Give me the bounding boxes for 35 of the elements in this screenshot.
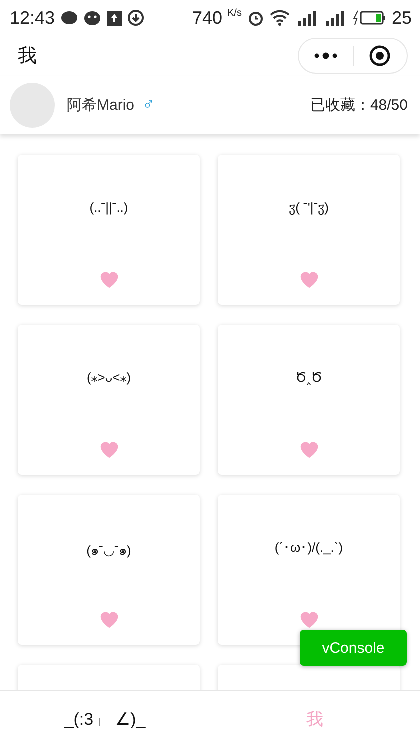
collected-count: 已收藏：48/50 bbox=[310, 96, 408, 114]
battery-icon bbox=[352, 10, 386, 26]
heart-icon[interactable] bbox=[298, 270, 320, 289]
status-time: 12:43 bbox=[10, 8, 56, 28]
kaomoji-card[interactable]: Ծ‸Ծ bbox=[218, 325, 400, 475]
kaomoji-card[interactable]: (..ˉ||ˉ..) bbox=[18, 155, 200, 305]
heart-icon[interactable] bbox=[98, 270, 120, 289]
more-dots-icon bbox=[312, 52, 339, 60]
kaomoji-card[interactable]: (⁎˃ᴗ˂⁎) bbox=[18, 325, 200, 475]
chat-face-icon bbox=[84, 10, 102, 26]
user-name: 阿希Mario bbox=[67, 96, 135, 114]
network-speed: 740 K/s bbox=[192, 8, 242, 28]
heart-icon[interactable] bbox=[298, 440, 320, 459]
gender-symbol: ♂ bbox=[142, 95, 156, 115]
kaomoji-text: (๑ˉ◡ˉ๑) bbox=[86, 542, 132, 560]
alarm-icon bbox=[248, 10, 264, 26]
signal-icon bbox=[296, 10, 318, 26]
kaomoji-text: (..ˉ||ˉ..) bbox=[90, 200, 128, 215]
signal-icon bbox=[324, 10, 346, 26]
download-icon bbox=[128, 10, 144, 26]
kaomoji-text: ჳ( ˉ'|ˉჳ) bbox=[289, 200, 329, 216]
kaomoji-text: (´･ω･)/(._.`) bbox=[274, 540, 344, 555]
battery-level: 25 bbox=[392, 8, 412, 28]
heart-icon[interactable] bbox=[98, 610, 120, 629]
target-circle-icon bbox=[369, 45, 392, 67]
heart-icon[interactable] bbox=[98, 440, 120, 459]
kaomoji-text: (⁎˃ᴗ˂⁎) bbox=[86, 370, 132, 386]
chat-bubble-icon bbox=[61, 10, 78, 26]
kaomoji-card[interactable]: (๑ˉ◡ˉ๑) bbox=[18, 495, 200, 645]
page-title: 我 bbox=[18, 45, 38, 69]
heart-icon[interactable] bbox=[298, 610, 320, 629]
wifi-icon bbox=[270, 10, 290, 26]
kaomoji-card[interactable]: ჳ( ˉ'|ˉჳ) bbox=[218, 155, 400, 305]
upload-icon bbox=[107, 10, 122, 26]
kaomoji-text: Ծ‸Ծ bbox=[296, 370, 322, 386]
